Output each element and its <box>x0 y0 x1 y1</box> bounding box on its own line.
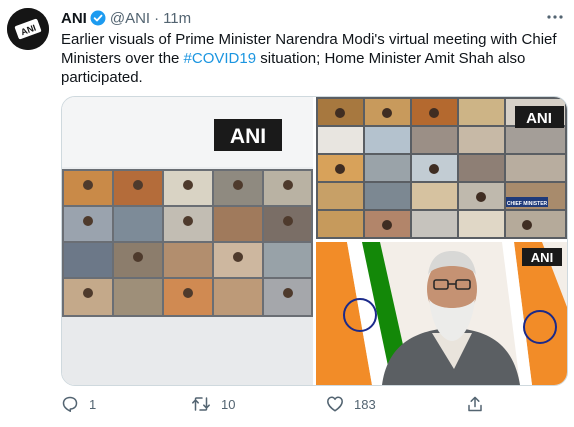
more-options-icon[interactable] <box>545 10 565 24</box>
like-count: 183 <box>354 396 376 412</box>
tweet-media-grid[interactable]: ANI CHIEF MINISTER ANI ANI <box>61 96 568 386</box>
separator-dot: · <box>154 9 160 27</box>
avatar[interactable]: ANI <box>7 8 49 50</box>
ani-watermark-3: ANI <box>531 250 553 265</box>
video-call-grid-1 <box>62 169 313 317</box>
retweet-count: 10 <box>221 396 236 412</box>
retweet-icon <box>192 397 210 411</box>
reply-icon <box>62 396 78 412</box>
media-image-3[interactable]: ANI <box>316 242 567 385</box>
reply-count: 1 <box>89 396 97 412</box>
author-name[interactable]: ANI <box>61 10 87 27</box>
share-button[interactable] <box>466 394 494 414</box>
media-image-1[interactable]: ANI <box>62 97 313 385</box>
ani-watermark-2: ANI <box>526 110 552 127</box>
heart-icon <box>327 396 343 412</box>
hashtag-link[interactable]: #COVID19 <box>184 50 257 67</box>
verified-badge-icon <box>90 10 106 26</box>
tweet-text: Earlier visuals of Prime Minister Narend… <box>61 30 561 87</box>
tweet-actions: 1 10 183 <box>61 394 521 416</box>
retweet-button[interactable]: 10 <box>191 394 235 414</box>
author-handle[interactable]: @ANI <box>110 10 150 27</box>
screen-label-2: CHIEF MINISTER <box>507 201 548 207</box>
ani-watermark-1: ANI <box>230 125 266 148</box>
ani-logo-icon: ANI <box>7 8 49 50</box>
tweet-header: ANI @ANI · 11m <box>61 9 191 27</box>
like-button[interactable]: 183 <box>326 394 376 414</box>
share-icon <box>468 396 482 412</box>
media-image-2[interactable]: CHIEF MINISTER ANI <box>316 97 567 239</box>
tweet-time[interactable]: 11m <box>163 10 191 27</box>
reply-button[interactable]: 1 <box>61 394 96 414</box>
